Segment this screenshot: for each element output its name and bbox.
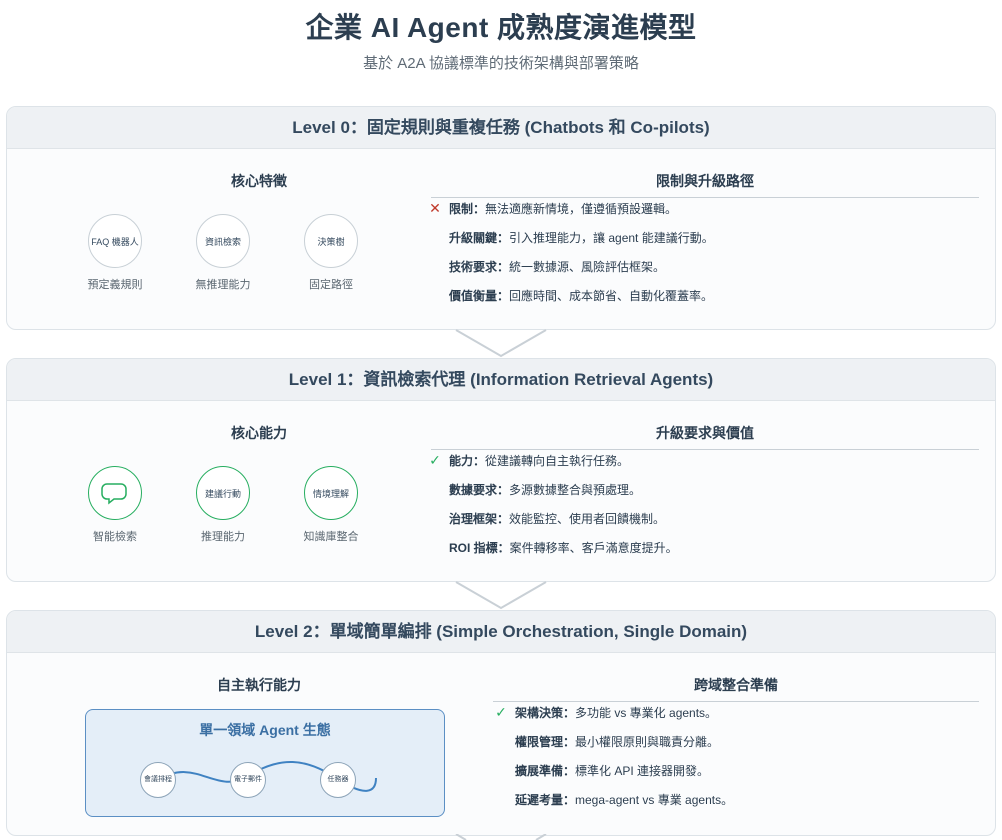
smart-search-circle — [88, 466, 142, 520]
level-0-title: Level 0：固定規則與重複任務 (Chatbots 和 Co-pilots) — [7, 107, 995, 149]
chat-bubble-icon — [101, 483, 127, 505]
x-icon: ✕ — [429, 200, 441, 216]
list-item: 升級關鍵：引入推理能力，讓 agent 能建議行動。 — [449, 231, 714, 245]
level-1-card: Level 1：資訊檢索代理 (Information Retrieval Ag… — [6, 358, 996, 582]
page-title: 企業 AI Agent 成熟度演進模型 — [305, 12, 697, 43]
list-item: 延遲考量：mega-agent vs 專業 agents。 — [515, 793, 734, 807]
decision-tree-circle: 決策樹 — [304, 214, 358, 268]
ecosystem-node: 任務器 — [320, 762, 356, 798]
level-1-node-reasoning: 建議行動 推理能力 — [178, 466, 268, 544]
single-domain-ecosystem: 單一領域 Agent 生態 會議排程 電子郵件 任務器 — [85, 709, 445, 817]
list-item: 權限管理：最小權限原則與職責分離。 — [515, 735, 720, 749]
list-item: ✓ 能力：從建議轉向自主執行任務。 — [427, 452, 967, 482]
list-item: ROI 指標：案件轉移率、客戶滿意度提升。 — [449, 541, 678, 555]
list-item: ✕ 限制：無法適應新情境，僅遵循預設邏輯。 — [427, 200, 967, 230]
level-0-node-retrieval: 資訊檢索 無推理能力 — [178, 214, 268, 292]
chevron-down-icon — [455, 834, 547, 840]
node-label: 推理能力 — [201, 531, 245, 543]
ecosystem-node: 電子郵件 — [230, 762, 266, 798]
level-1-right-title: 升級要求與價值 — [431, 423, 979, 450]
chevron-down-icon — [455, 329, 547, 358]
level-1-left-title: 核心能力 — [231, 425, 287, 441]
faq-bot-circle: FAQ 機器人 — [88, 214, 142, 268]
level-2-list: ✓ 架構決策：多功能 vs 專業化 agents。 權限管理：最小權限原則與職責… — [493, 704, 973, 821]
reasoning-circle: 建議行動 — [196, 466, 250, 520]
chevron-down-icon — [455, 581, 547, 610]
list-item: ✓ 架構決策：多功能 vs 專業化 agents。 — [493, 704, 973, 734]
level-1-list: ✓ 能力：從建議轉向自主執行任務。 數據要求：多源數據整合與預處理。 治理框架：… — [427, 452, 967, 569]
retrieval-circle: 資訊檢索 — [196, 214, 250, 268]
list-item: 擴展準備：標準化 API 連接器開發。 — [515, 764, 710, 778]
context-circle: 情境理解 — [304, 466, 358, 520]
level-0-list: ✕ 限制：無法適應新情境，僅遵循預設邏輯。 升級關鍵：引入推理能力，讓 agen… — [427, 200, 967, 317]
node-label: 智能檢索 — [93, 531, 137, 543]
node-label: 預定義規則 — [87, 279, 143, 291]
ecosystem-node: 會議排程 — [140, 762, 176, 798]
level-1-title: Level 1：資訊檢索代理 (Information Retrieval Ag… — [7, 359, 995, 401]
level-2-card: Level 2：單域簡單編排 (Simple Orchestration, Si… — [6, 610, 996, 836]
level-0-node-decision-tree: 決策樹 固定路徑 — [286, 214, 376, 292]
check-icon: ✓ — [495, 704, 507, 720]
level-0-card: Level 0：固定規則與重複任務 (Chatbots 和 Co-pilots)… — [6, 106, 996, 330]
list-item: 數據要求：多源數據整合與預處理。 — [449, 483, 642, 497]
node-label: 固定路徑 — [309, 279, 353, 291]
level-2-right-title: 跨域整合準備 — [493, 675, 979, 702]
level-0-node-faq: FAQ 機器人 預定義規則 — [70, 214, 160, 292]
level-0-left-title: 核心特徵 — [231, 173, 287, 189]
node-label: 無推理能力 — [195, 279, 251, 291]
list-item: 價值衡量：回應時間、成本節省、自動化覆蓋率。 — [449, 289, 714, 303]
level-1-node-knowledge-base: 情境理解 知識庫整合 — [286, 466, 376, 544]
page-subtitle: 基於 A2A 協議標準的技術架構與部署策略 — [363, 55, 639, 72]
list-item: 治理框架：效能監控、使用者回饋機制。 — [449, 512, 666, 526]
node-label: 知識庫整合 — [303, 531, 359, 543]
check-icon: ✓ — [429, 452, 441, 468]
level-2-left-title: 自主執行能力 — [217, 677, 301, 693]
level-1-node-smart-search: 智能檢索 — [70, 466, 160, 544]
level-0-right-title: 限制與升級路徑 — [431, 171, 979, 198]
list-item: 技術要求：統一數據源、風險評估框架。 — [449, 260, 666, 274]
level-2-title: Level 2：單域簡單編排 (Simple Orchestration, Si… — [7, 611, 995, 653]
ecosystem-flow-line — [157, 761, 377, 792]
